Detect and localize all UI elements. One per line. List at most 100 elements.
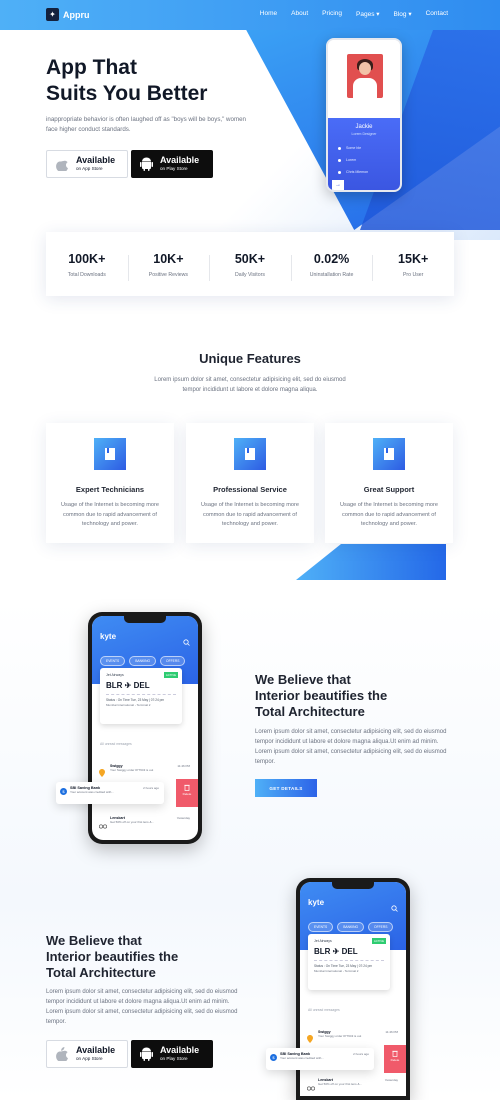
- book-icon: [373, 438, 405, 470]
- decorative-wedge: [296, 544, 446, 580]
- logo-text: Appru: [63, 9, 90, 20]
- lenskart-icon: [306, 1078, 316, 1091]
- ticket-terminal: Mumbai International - Terminal 2: [106, 703, 151, 707]
- avatar: [347, 54, 383, 98]
- swiggy-icon: [307, 1030, 314, 1043]
- chip-events[interactable]: EVENTS: [308, 922, 334, 932]
- stat-item: 0.02% Uninstallation Rate: [290, 251, 373, 281]
- search-icon[interactable]: [391, 899, 398, 917]
- ticket-status: Status : On Time Tue, 23 May | 07:24 pm: [106, 698, 165, 702]
- play-store-sublabel: on Play Store: [160, 166, 188, 171]
- bank-icon: $: [60, 788, 67, 795]
- hero-phone-top: [328, 40, 400, 126]
- block2-title-line: Interior beautifies the: [46, 949, 179, 964]
- flight-ticket-card[interactable]: Jet Airways ACTIVE BLR ✈ DEL Status : On…: [308, 934, 390, 990]
- app-store-button[interactable]: Available on App Store: [46, 150, 128, 178]
- android-icon: [139, 1047, 153, 1061]
- block2-text: Lorem ipsum dolor sit amet, consectetur …: [46, 989, 238, 1025]
- nav-item-home[interactable]: Home: [260, 10, 277, 18]
- feature-card-title: Professional Service: [213, 485, 287, 494]
- hero-phone-row: Some ble: [338, 146, 361, 150]
- chip-offers[interactable]: OFFERS: [160, 656, 186, 666]
- chip-events[interactable]: EVENTS: [100, 656, 126, 666]
- app-store-label: Available: [76, 155, 116, 165]
- nav-item-contact[interactable]: Contact: [426, 10, 448, 18]
- notification-time: 2 hours ago: [353, 1052, 369, 1056]
- play-store-button[interactable]: Available on Play Store: [131, 150, 213, 178]
- feature-card-title: Great Support: [363, 485, 415, 494]
- app-store-text: Available on App Store: [76, 156, 115, 172]
- trash-icon: [176, 784, 198, 792]
- stat-label: Pro User: [402, 271, 424, 278]
- stat-label: Positive Reviews: [148, 271, 188, 278]
- lenskart-icon: [98, 816, 108, 829]
- features-subtitle: Lorem ipsum dolor sit amet, consectetur …: [154, 377, 346, 393]
- feature-card[interactable]: Expert Technicians Usage of the Internet…: [46, 423, 174, 543]
- feature-card-title: Expert Technicians: [75, 485, 145, 494]
- message-text: Get 50% off on your first lens &...: [110, 820, 154, 824]
- feature-card-text: Usage of the Internet is becoming more c…: [201, 502, 299, 527]
- logo-icon: ✦: [46, 8, 59, 21]
- chip-banking[interactable]: BANKING: [129, 656, 157, 666]
- list-item[interactable]: Swiggy Your Swiggy order #77643 is out 1…: [307, 1030, 398, 1043]
- delete-button[interactable]: Delete: [176, 779, 198, 807]
- feature-card[interactable]: Professional Service Usage of the Intern…: [186, 423, 314, 543]
- ticket-terminal: Mumbai International - Terminal 2: [314, 969, 359, 973]
- chip-offers[interactable]: OFFERS: [368, 922, 394, 932]
- message-time: 11:46 PM: [385, 1030, 398, 1034]
- block2-title-line: Total Architecture: [46, 965, 156, 980]
- block1-title-line: We Believe that: [255, 672, 351, 687]
- nav-item-pricing[interactable]: Pricing: [322, 10, 342, 18]
- play-store-label: Available: [160, 155, 200, 165]
- logo[interactable]: ✦ Appru: [46, 8, 90, 21]
- flight-ticket-card[interactable]: Jet Airways ACTIVE BLR ✈ DEL Status : On…: [100, 668, 182, 724]
- app-chips: EVENTS BANKING OFFERS: [308, 922, 394, 932]
- bank-notification-card-2[interactable]: $ SBI Saving Bank Your account was credi…: [266, 1048, 374, 1070]
- feature-card-text: Usage of the Internet is becoming more c…: [340, 502, 438, 527]
- play-store-button-2[interactable]: Available on Play Store: [131, 1040, 213, 1068]
- features-title: Unique Features: [199, 351, 301, 366]
- apple-icon: [55, 1047, 69, 1061]
- stat-label: Uninstallation Rate: [309, 271, 354, 278]
- stat-value: 100K+: [68, 251, 106, 266]
- top-nav: ✦ Appru Home About Pricing Pages ▾ Blog …: [0, 0, 500, 30]
- hero-phone-mockup: Some ble Lorem Chris Mlemon → Jackie Lor…: [326, 38, 402, 192]
- message-text: Your Swiggy order #77643 is out: [318, 1034, 362, 1038]
- message-time: Yesterday: [176, 816, 190, 820]
- nav-item-about[interactable]: About: [291, 10, 308, 18]
- play-store-text: Available on Play Store: [160, 1046, 199, 1062]
- block2-title: We Believe that Interior beautifies the …: [46, 933, 246, 981]
- app-store-sublabel: on App Store: [76, 1056, 103, 1061]
- delete-button[interactable]: Delete: [384, 1045, 406, 1073]
- bank-notification-card[interactable]: $ SBI Saving Bank Your account was credi…: [56, 782, 164, 804]
- feature-card-text: Usage of the Internet is becoming more c…: [61, 502, 159, 527]
- stat-label: Daily Visitors: [235, 271, 265, 278]
- message-time: 11:46 PM: [177, 764, 190, 768]
- chip-banking[interactable]: BANKING: [337, 922, 365, 932]
- unread-label: All unread messages: [100, 742, 132, 746]
- book-icon: [94, 438, 126, 470]
- hero-phone-name: Jackie: [355, 124, 373, 130]
- list-item[interactable]: Lenskart Get 50% off on your first lens …: [98, 816, 190, 829]
- block1-title-line: Interior beautifies the: [255, 688, 388, 703]
- unread-label: All unread messages: [308, 1008, 340, 1012]
- notification-text: Your account was credited with...: [70, 790, 114, 794]
- app-logo: kyte: [308, 898, 325, 907]
- nav-item-pages[interactable]: Pages ▾: [356, 10, 380, 18]
- app-store-text: Available on App Store: [76, 1046, 115, 1062]
- delete-label: Delete: [390, 1058, 400, 1062]
- phone-notch: [332, 882, 374, 889]
- search-icon[interactable]: [183, 633, 190, 651]
- list-item[interactable]: Swiggy Your Swiggy order #77643 is out 1…: [99, 764, 190, 777]
- stat-item: 100K+ Total Downloads: [46, 251, 128, 278]
- app-store-button-2[interactable]: Available on App Store: [46, 1040, 128, 1068]
- ticket-route: BLR ✈ DEL: [314, 947, 358, 956]
- hero-subtitle: inappropriate behavior is often laughed …: [46, 116, 246, 133]
- swiggy-icon: [99, 764, 106, 777]
- list-item[interactable]: Lenskart Get 50% off on your first lens …: [306, 1078, 398, 1091]
- nav-item-blog[interactable]: Blog ▾: [394, 10, 412, 18]
- play-store-sublabel: on Play Store: [160, 1056, 188, 1061]
- feature-card[interactable]: Great Support Usage of the Internet is b…: [325, 423, 453, 543]
- stat-value: 0.02%: [313, 251, 350, 266]
- get-details-button[interactable]: GET DETAILS: [255, 779, 317, 797]
